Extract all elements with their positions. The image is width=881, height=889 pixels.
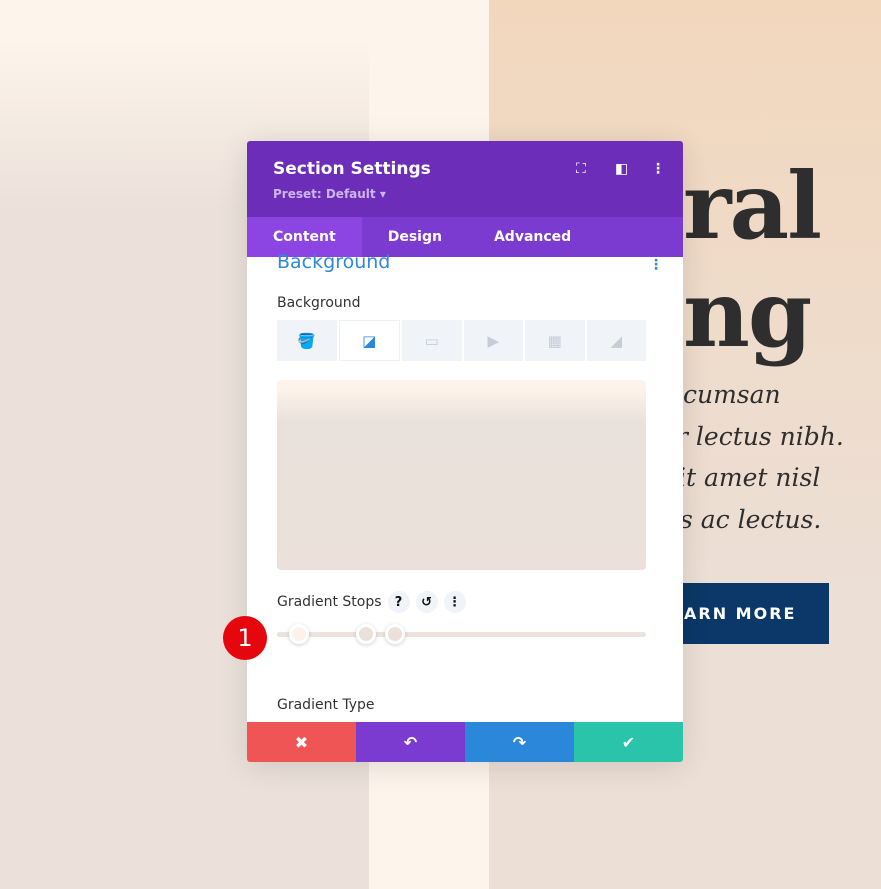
gradient-stop-handle[interactable] bbox=[289, 624, 310, 644]
hero-heading-line1: ral bbox=[683, 152, 822, 260]
modal-title: Section Settings bbox=[273, 159, 431, 179]
modal-footer: ✖ ↶ ↷ ✔ bbox=[247, 722, 683, 762]
step-badge: 1 bbox=[223, 616, 267, 660]
gradient-stop-handle[interactable] bbox=[385, 624, 406, 644]
pattern-icon[interactable]: ▦ bbox=[525, 320, 585, 361]
tab-advanced[interactable]: Advanced bbox=[468, 217, 597, 257]
redo-button[interactable]: ↷ bbox=[465, 722, 574, 762]
background-label: Background bbox=[277, 295, 361, 311]
gradient-preview bbox=[277, 380, 646, 570]
hero-paragraph-line: it amet nisl bbox=[678, 463, 821, 492]
gradient-stops-slider[interactable] bbox=[277, 624, 646, 644]
more-icon[interactable]: ⋮ bbox=[651, 161, 665, 177]
hero-paragraph-line: s ac lectus. bbox=[680, 505, 822, 534]
section-more-icon[interactable]: ⋮ bbox=[649, 257, 663, 273]
hero-paragraph-line: cumsan bbox=[683, 380, 781, 409]
preset-dropdown[interactable]: Preset: Default ▾ bbox=[273, 187, 386, 201]
hero-heading-line2: ng bbox=[683, 260, 812, 368]
image-icon[interactable]: ▭ bbox=[402, 320, 462, 361]
learn-more-button[interactable]: ARN MORE bbox=[676, 583, 829, 644]
modal-header: Section Settings Preset: Default ▾ ⛶ ◧ ⋮ bbox=[247, 141, 683, 217]
paint-bucket-icon[interactable]: 🪣 bbox=[277, 320, 337, 361]
section-settings-modal: Section Settings Preset: Default ▾ ⛶ ◧ ⋮… bbox=[247, 141, 683, 762]
gradient-icon[interactable]: ◪ bbox=[338, 320, 400, 361]
hero-paragraph-line: r lectus nibh. bbox=[676, 422, 844, 451]
fullscreen-icon[interactable]: ⛶ bbox=[576, 161, 586, 177]
undo-button[interactable]: ↶ bbox=[356, 722, 465, 762]
gradient-type-label: Gradient Type bbox=[277, 697, 375, 713]
gradient-stops-label: Gradient Stops bbox=[277, 594, 382, 610]
split-view-icon[interactable]: ◧ bbox=[615, 161, 628, 177]
save-button[interactable]: ✔ bbox=[574, 722, 683, 762]
cancel-button[interactable]: ✖ bbox=[247, 722, 356, 762]
mask-icon[interactable]: ◢ bbox=[586, 320, 646, 361]
gradient-stop-handle[interactable] bbox=[355, 624, 376, 644]
video-icon[interactable]: ▶ bbox=[463, 320, 523, 361]
background-type-tabs: 🪣 ◪ ▭ ▶ ▦ ◢ bbox=[277, 320, 646, 361]
section-title[interactable]: Background bbox=[277, 251, 390, 273]
more-icon[interactable]: ⋮ bbox=[443, 591, 466, 613]
help-icon[interactable]: ? bbox=[387, 591, 410, 613]
reset-icon[interactable]: ↺ bbox=[415, 591, 438, 613]
